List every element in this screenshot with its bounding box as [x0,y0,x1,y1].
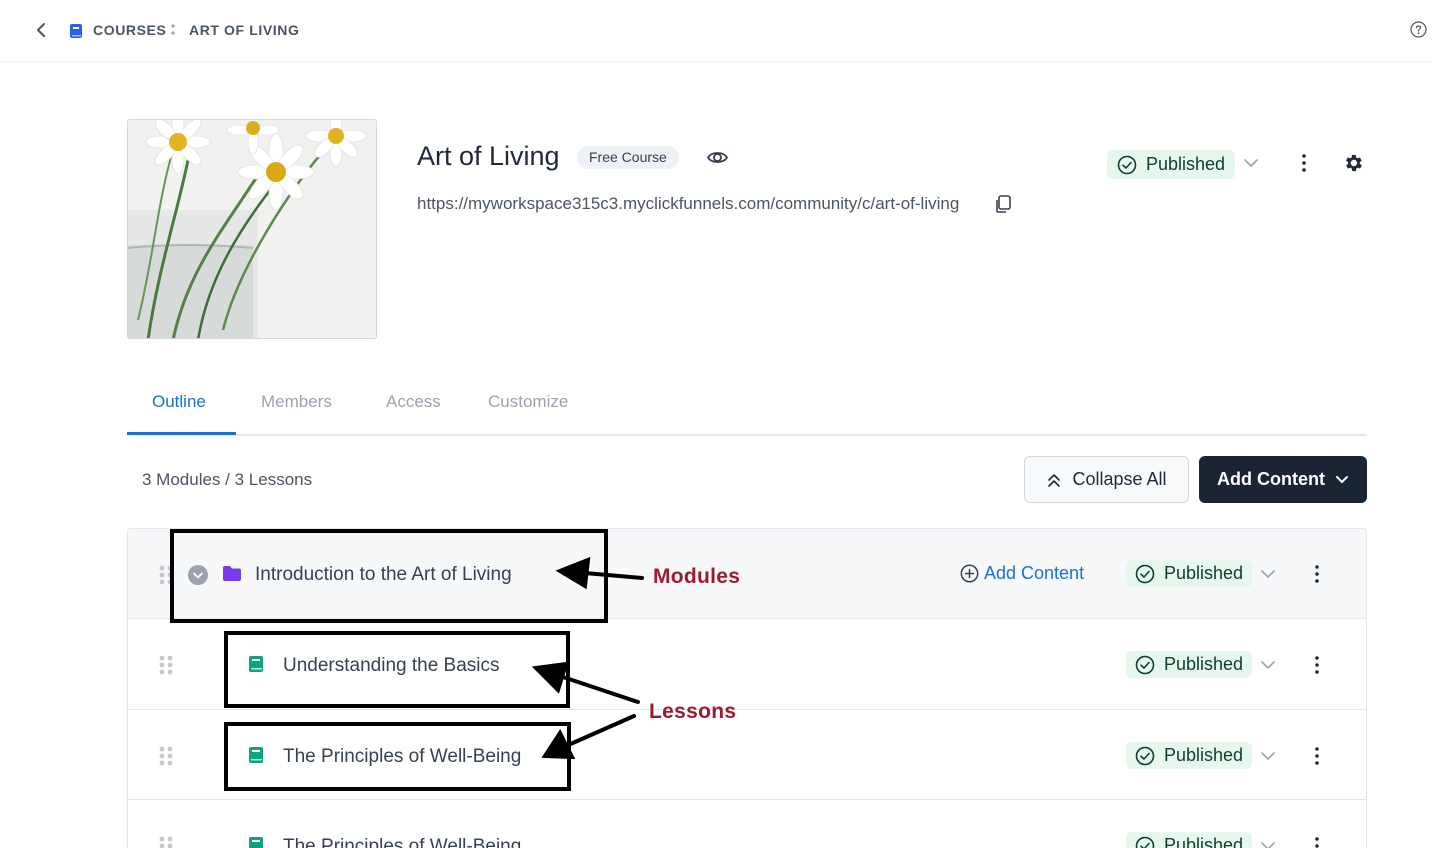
plus-circle-icon [960,564,979,583]
drag-handle-icon[interactable] [158,746,174,766]
status-label: Published [1164,563,1244,583]
chevron-down-icon[interactable] [1243,157,1259,169]
module-status-published[interactable]: Published [1126,560,1253,587]
status-label: Published [1164,654,1244,674]
course-status-published[interactable]: Published [1107,150,1236,179]
tab-outline[interactable]: Outline [152,392,206,412]
chevron-down-icon[interactable] [1260,750,1276,762]
eye-icon[interactable] [706,146,729,169]
daisies-image [128,120,376,338]
chevron-down-icon [1335,475,1348,483]
course-tabs: Outline Members Access Customize [127,382,1367,436]
drag-handle-icon[interactable] [158,655,174,675]
check-circle-icon [1135,564,1155,583]
tab-access[interactable]: Access [386,392,441,412]
check-circle-icon [1135,836,1155,848]
gear-icon[interactable] [1342,152,1364,174]
lesson-row[interactable]: The Principles of Well-Being Published [128,800,1366,848]
book-icon [70,24,82,38]
kebab-icon[interactable] [1314,564,1320,584]
status-label: Published [1164,835,1244,848]
check-circle-icon [1135,655,1155,674]
course-thumbnail[interactable] [127,119,377,339]
book-icon [249,837,263,848]
collapse-all-label: Collapse All [1072,469,1167,489]
kebab-icon[interactable] [1301,153,1307,173]
chevron-down-icon[interactable] [1260,840,1276,848]
add-content-label: Add Content [1217,469,1325,489]
lesson-status-published[interactable]: Published [1126,742,1253,769]
chevrons-up-icon [1048,473,1061,487]
lesson-annotation-box [224,722,571,791]
modules-annotation-label: Modules [653,565,741,588]
add-content-link-label: Add Content [984,563,1085,583]
breadcrumb-courses[interactable]: COURSES [93,22,166,38]
collapse-all-button[interactable]: Collapse All [1024,456,1189,503]
check-circle-icon [1117,155,1137,174]
check-circle-icon [1135,746,1155,765]
help-icon[interactable] [1410,21,1427,38]
kebab-icon[interactable] [1314,836,1320,848]
chevron-down-icon[interactable] [1260,659,1276,671]
course-title: Art of Living [417,141,560,171]
lesson-title[interactable]: The Principles of Well-Being [283,836,521,848]
lesson-annotation-box [224,631,570,708]
course-url[interactable]: https://myworkspace315c3.myclickfunnels.… [417,194,959,214]
module-add-content-link[interactable]: Add Content [960,563,1084,584]
top-bar: COURSES ART OF LIVING [0,0,1432,62]
tab-customize[interactable]: Customize [488,392,568,412]
chevron-left-icon[interactable] [30,18,52,42]
status-label: Published [1146,154,1226,174]
lesson-status-published[interactable]: Published [1126,651,1253,678]
active-tab-indicator [127,432,236,435]
kebab-icon[interactable] [1314,746,1320,766]
free-course-badge: Free Course [577,146,679,169]
tab-members[interactable]: Members [261,392,332,412]
lessons-annotation-label: Lessons [649,700,737,723]
outline-summary: 3 Modules / 3 Lessons [142,470,313,489]
copy-icon[interactable] [994,194,1012,214]
kebab-icon[interactable] [1314,655,1320,675]
status-label: Published [1164,745,1244,765]
chevron-down-icon[interactable] [1260,568,1276,580]
breadcrumb-current: ART OF LIVING [189,22,300,38]
add-content-button[interactable]: Add Content [1199,456,1367,503]
modules-annotation-box [170,529,608,623]
drag-handle-icon[interactable] [158,836,174,848]
lesson-status-published[interactable]: Published [1126,832,1253,848]
breadcrumb-separator [171,24,175,35]
